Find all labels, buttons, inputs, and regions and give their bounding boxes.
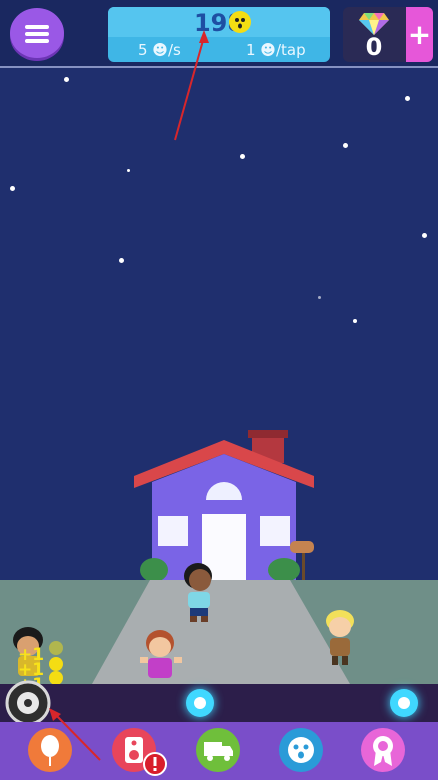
record-disc-button[interactable] [5,680,51,726]
ribbon-button[interactable] [361,728,405,772]
bottom-nav [0,722,438,780]
balloon-button[interactable] [28,728,72,772]
character-boy-purple[interactable] [138,627,186,685]
smiley-face-icon [288,737,314,763]
character-boy-blonde[interactable] [318,607,362,669]
status-stripe [0,684,438,722]
mailbox [290,541,314,582]
add-gems-button[interactable]: + [406,7,433,62]
orb-icon[interactable] [186,689,214,717]
alert-badge-icon [143,752,167,776]
character-girl[interactable] [178,560,222,622]
balloon-icon [41,735,59,766]
truck-button[interactable] [196,728,240,772]
gem-count: 0 [365,33,383,61]
menu-button[interactable] [10,8,64,58]
rate-per-tap: 1 ☻/tap [246,41,306,59]
house[interactable] [134,430,314,585]
score-panel: 198 5 ☻/s 1 ☻/tap [108,7,330,62]
ribbon-badge-icon [373,736,393,766]
smiley-button[interactable] [279,728,323,772]
score-value: 198 [193,9,245,37]
gem-panel: 0 + [343,7,433,62]
orb-icon[interactable] [390,689,418,717]
truck-icon [204,742,233,761]
smiley-coin-icon [229,11,251,33]
diamond-icon [359,13,389,35]
rate-per-second: 5 ☻/s [138,41,181,59]
